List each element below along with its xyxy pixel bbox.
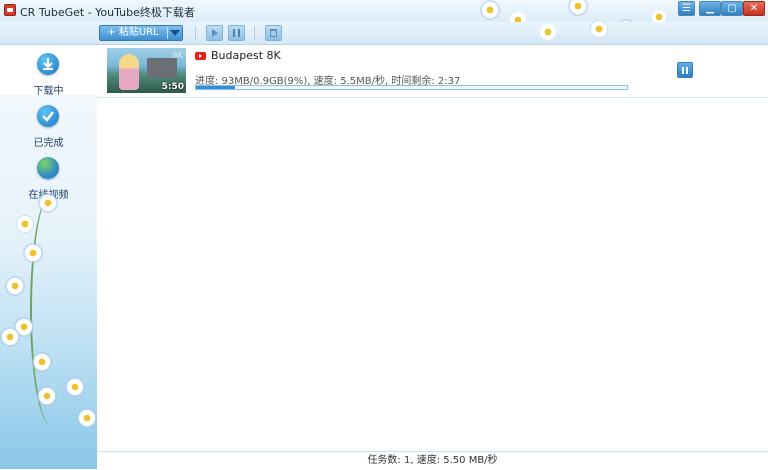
thumbnail-person xyxy=(119,54,139,90)
chevron-down-icon[interactable] xyxy=(170,30,180,36)
app-icon xyxy=(4,4,16,16)
delete-button[interactable] xyxy=(265,25,282,41)
menu-icon: ☰ xyxy=(682,3,691,14)
progress-fill xyxy=(196,86,235,89)
flower-decoration xyxy=(590,20,608,38)
title-bar: CR TubeGet - YouTube终极下载者 ☰ ▁ ▢ ✕ xyxy=(0,0,768,40)
flower-decoration xyxy=(76,407,97,429)
pause-download-button[interactable] xyxy=(677,62,693,78)
download-item[interactable]: 8K 5:50 Budapest 8K 进度: 93MB/0.9GB(9%), … xyxy=(97,45,768,98)
youtube-icon xyxy=(195,52,206,60)
toolbar: + 粘贴URL xyxy=(0,20,768,45)
video-thumbnail[interactable]: 8K 5:50 xyxy=(107,48,186,93)
minimize-icon: ▁ xyxy=(706,3,714,14)
close-button[interactable]: ✕ xyxy=(743,1,765,16)
progress-bar xyxy=(195,85,628,90)
pause-icon xyxy=(682,67,688,74)
flower-decoration xyxy=(20,340,64,384)
sidebar-item-label: 已完成 xyxy=(33,138,64,149)
download-icon xyxy=(37,53,59,75)
maximize-button[interactable]: ▢ xyxy=(721,1,743,16)
maximize-icon: ▢ xyxy=(727,3,737,14)
download-list: 8K 5:50 Budapest 8K 进度: 93MB/0.9GB(9%), … xyxy=(97,45,768,451)
flower-decoration xyxy=(0,327,20,347)
minimize-button[interactable]: ▁ xyxy=(699,1,721,16)
pause-all-button[interactable] xyxy=(228,25,245,41)
flower-decoration xyxy=(16,215,34,233)
sidebar: 下载中 已完成 在线视频 xyxy=(0,45,98,469)
check-icon xyxy=(37,105,59,127)
toolbar-divider xyxy=(195,26,196,40)
toolbar-divider xyxy=(254,26,255,40)
menu-button[interactable]: ☰ xyxy=(678,1,695,16)
paste-url-label: + 粘贴URL xyxy=(107,27,159,38)
trash-icon xyxy=(270,29,277,37)
start-button[interactable] xyxy=(206,25,223,41)
sidebar-item-label: 下载中 xyxy=(33,86,64,97)
video-title: Budapest 8K xyxy=(211,49,281,62)
flower-decoration xyxy=(4,275,26,297)
thumbnail-building xyxy=(147,58,177,78)
window-title: CR TubeGet - YouTube终极下载者 xyxy=(20,6,195,19)
play-icon xyxy=(212,29,218,37)
sidebar-item-online-video[interactable]: 在线视频 xyxy=(0,149,97,201)
status-text: 任务数: 1, 速度: 5.50 MB/秒 xyxy=(367,455,498,466)
thumbnail-badge: 8K xyxy=(172,51,183,60)
paste-url-button[interactable]: + 粘贴URL xyxy=(99,25,183,41)
flower-decoration xyxy=(38,193,58,213)
flower-decoration xyxy=(540,24,556,40)
pause-icon xyxy=(233,29,240,37)
close-icon: ✕ xyxy=(749,3,759,14)
paste-url-divider xyxy=(167,27,168,39)
video-duration: 5:50 xyxy=(161,82,184,92)
flower-decoration xyxy=(568,0,588,16)
flower-decoration xyxy=(480,0,500,20)
flower-decoration xyxy=(20,240,46,266)
sidebar-item-downloading[interactable]: 下载中 xyxy=(0,45,97,97)
flower-decoration xyxy=(36,385,58,407)
flower-decoration xyxy=(58,370,92,404)
globe-icon xyxy=(37,157,59,179)
status-bar: 任务数: 1, 速度: 5.50 MB/秒 xyxy=(97,451,768,470)
sidebar-item-completed[interactable]: 已完成 xyxy=(0,97,97,149)
